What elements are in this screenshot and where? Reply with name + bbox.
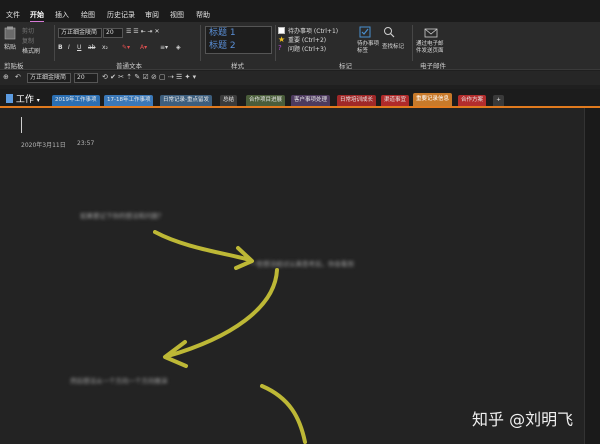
menu-bar: 文件 开始 插入 绘图 历史记录 审阅 视图 帮助 [0,8,600,23]
section-tab-important[interactable]: 重要记录信息 [413,93,453,106]
font-name-select[interactable]: 方正细金陵简 [58,28,102,38]
align-button[interactable]: ≡▾ [160,44,168,51]
list-buttons[interactable]: ☰ ☰ ⇤ ⇥ ✕ [126,28,159,35]
styles-group-label: 样式 [231,62,244,70]
section-tab-17-18[interactable]: 17-18年工作事项 [104,95,154,106]
add-section-button[interactable]: + [493,95,504,106]
section-tab-clients[interactable]: 客户事项处理 [291,95,331,106]
style-heading-1[interactable]: 标题 1 [206,27,271,40]
cut-button[interactable]: 剪切 [22,26,34,35]
tag-important-label: 重要 (Ctrl+2) [288,37,327,44]
divider [275,25,276,61]
italic-button[interactable]: I [68,44,70,51]
section-tab-2019[interactable]: 2019年工作事项 [52,95,100,106]
checkbox-icon [359,26,371,38]
vertical-scrollbar[interactable] [584,108,600,444]
notebook-selector[interactable]: 工作 ▾ [6,92,40,105]
clear-format-icon[interactable]: ◈ [176,44,181,51]
menu-tab-help[interactable]: 帮助 [196,10,210,20]
section-tab-plans[interactable]: 合作方案 [458,95,487,106]
font-color-icon[interactable]: A▾ [140,44,147,51]
bold-button[interactable]: B [58,44,63,51]
section-tab-channels[interactable]: 渠道事宜 [381,95,410,106]
menu-tab-history[interactable]: 历史记录 [107,10,135,20]
paste-label: 粘贴 [4,44,17,51]
menu-tab-home[interactable]: 开始 [30,10,44,23]
title-strip [0,0,600,8]
qat-size-select[interactable]: 20 [74,73,98,83]
todo-tag-label: 待办事项 标签 [357,41,380,54]
add-icon[interactable]: ⊕ [3,73,9,81]
font-group-label: 普通文本 [116,62,142,70]
find-tags-label: 查找标记 [382,44,405,50]
highlight-icon[interactable]: ✎▾ [122,44,130,51]
email-page-button[interactable] [424,27,438,40]
paste-button[interactable] [4,26,16,42]
checkbox-icon [278,27,285,34]
section-tab-training[interactable]: 日常培训成长 [337,95,377,106]
menu-tab-review[interactable]: 审阅 [145,10,159,20]
email-icon [424,28,438,38]
section-tab-projects[interactable]: 合作项目进展 [246,95,286,106]
menu-tab-file[interactable]: 文件 [6,10,20,20]
divider [200,25,201,61]
section-tab-summary[interactable]: 总结 [220,95,238,106]
tag-todo-label: 待办事项 (Ctrl+1) [288,28,339,35]
qat-format-icons[interactable]: ⟲ ✔ ✂ ⇡ ✎ ☑ ⊘ ▢ ⇢ ☰ ✦ ▾ [102,73,196,81]
strikethrough-button[interactable]: ab [88,44,96,51]
format-painter-button[interactable]: 格式刷 [22,46,40,55]
clipboard-icon [4,26,16,40]
copy-button[interactable]: 复制 [22,36,34,45]
todo-tag-button[interactable] [359,26,371,40]
watermark: 知乎 @刘明飞 [472,410,574,429]
underline-button[interactable]: U [77,44,81,51]
find-tags-button[interactable] [383,26,395,40]
tags-gallery[interactable]: 待办事项 (Ctrl+1) ★ 重要 (Ctrl+2) ? 问题 (Ctrl+3… [278,26,350,54]
star-icon: ★ [278,35,286,44]
subscript-button[interactable]: x₂ [102,44,108,51]
tag-todo[interactable]: 待办事项 (Ctrl+1) [278,26,350,35]
tag-question[interactable]: ? 问题 (Ctrl+3) [278,44,350,54]
undo-icon[interactable]: ↶ [15,73,21,81]
qat-font-select[interactable]: 方正细金陵简 [27,73,71,83]
quick-access-toolbar: ⊕ ↶ 方正细金陵简 20 ⟲ ✔ ✂ ⇡ ✎ ☑ ⊘ ▢ ⇢ ☰ ✦ ▾ [0,71,600,85]
email-page-label: 通过电子邮 件发送页面 [416,41,444,54]
style-heading-2[interactable]: 标题 2 [206,40,271,53]
tag-question-label: 问题 (Ctrl+3) [288,46,327,53]
email-group-label: 电子邮件 [420,62,446,70]
find-tags-icon [384,27,395,38]
ink-arrows [153,230,307,444]
divider [54,25,55,61]
chevron-down-icon: ▾ [36,97,40,104]
tags-group-label: 标记 [339,62,352,70]
question-icon: ? [278,44,282,52]
menu-tab-draw[interactable]: 绘图 [81,10,95,20]
divider [412,25,413,61]
section-tab-daily[interactable]: 日常记录-重点留发 [160,95,212,106]
menu-tab-view[interactable]: 视图 [170,10,184,20]
styles-gallery[interactable]: 标题 1 标题 2 [205,26,272,54]
clipboard-group-label: 剪贴板 [4,62,24,70]
font-size-select[interactable]: 20 [103,28,123,38]
notebook-icon [6,94,13,103]
menu-tab-insert[interactable]: 插入 [55,10,69,20]
notebook-title: 工作 [15,95,34,105]
tag-important[interactable]: ★ 重要 (Ctrl+2) [278,35,350,45]
